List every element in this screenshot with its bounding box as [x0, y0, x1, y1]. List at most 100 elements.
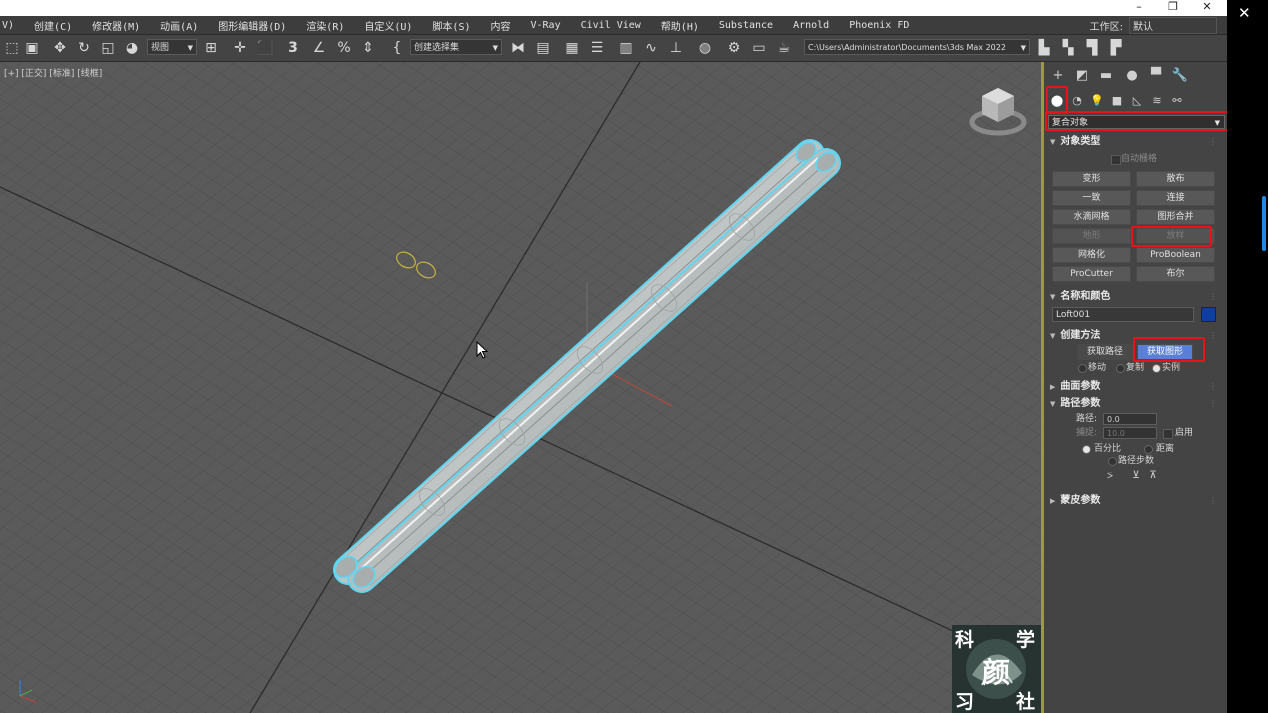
mesher-button[interactable]: 网格化 [1052, 247, 1131, 263]
reference-coordinate-dropdown[interactable]: 视图 ▼ [147, 39, 197, 55]
toggle-ribbon-icon[interactable]: ▥ [616, 38, 636, 58]
space-warps-icon[interactable]: ≋ [1148, 92, 1166, 110]
snap-enable-checkbox[interactable] [1163, 429, 1173, 439]
procutter-button[interactable]: ProCutter [1052, 266, 1131, 282]
render-setup-icon[interactable]: ⚙ [724, 38, 744, 58]
object-color-swatch[interactable] [1201, 307, 1216, 322]
rollout-surface-parameters[interactable]: ▶ 曲面参数 [1050, 380, 1100, 394]
shapemerge-button[interactable]: 图形合并 [1136, 209, 1215, 225]
lights-bulb-icon[interactable]: 💡 [1088, 92, 1106, 110]
connect-button[interactable]: 连接 [1136, 190, 1215, 206]
select-manipulate-icon[interactable]: ✛ [230, 38, 250, 58]
mirror-icon[interactable]: ⧓ [508, 38, 528, 58]
menu-item-help[interactable]: 帮助(H) [651, 18, 709, 33]
instance-radio[interactable] [1152, 364, 1161, 373]
rollout-path-parameters[interactable]: ▼ 路径参数 [1050, 397, 1100, 411]
render-production-icon[interactable]: ☕ [774, 38, 794, 58]
conform-button[interactable]: 一致 [1052, 190, 1131, 206]
menu-item-phoenix-fd[interactable]: Phoenix FD [839, 20, 919, 31]
project-path-dropdown[interactable]: C:\Users\Administrator\Documents\3ds Max… [804, 39, 1030, 55]
menu-item-customize[interactable]: 自定义(U) [354, 18, 422, 33]
project-create-icon[interactable]: ▜ [1082, 38, 1102, 58]
close-button[interactable]: ✕ [1192, 0, 1222, 16]
keyboard-shortcut-override-icon[interactable]: ⬛ [255, 38, 275, 58]
place-icon[interactable]: ◕ [122, 38, 142, 58]
cameras-icon[interactable]: ■ [1108, 92, 1126, 110]
rollout-skin-parameters[interactable]: ▶ 蒙皮参数 [1050, 494, 1100, 508]
restore-button[interactable]: ❐ [1158, 0, 1188, 16]
select-object-icon[interactable]: ⬚ [2, 38, 22, 58]
outer-close-icon[interactable]: ✕ [1238, 4, 1251, 22]
edit-named-selection-icon[interactable]: { [387, 38, 407, 58]
scatter-button[interactable]: 散布 [1136, 171, 1215, 187]
menu-item-arnold[interactable]: Arnold [783, 20, 839, 31]
curve-editor-icon[interactable]: ∿ [641, 38, 661, 58]
boolean-button[interactable]: 布尔 [1136, 266, 1215, 282]
path-value-spinner[interactable]: 0.0 [1103, 413, 1157, 425]
viewport-label[interactable]: [+] [正交] [标准] [线框] [4, 66, 102, 79]
menu-item-graph-editors[interactable]: 图形编辑器(D) [208, 18, 296, 33]
rotate-icon[interactable]: ↻ [74, 38, 94, 58]
helpers-icon[interactable]: ◺ [1128, 92, 1146, 110]
menu-item-create[interactable]: 创建(C) [24, 18, 82, 33]
pivot-center-icon[interactable]: ⊞ [201, 38, 221, 58]
menu-item-rendering[interactable]: 渲染(R) [296, 18, 354, 33]
rollout-creation-method[interactable]: ▼ 创建方法 [1050, 329, 1100, 343]
proboolean-button[interactable]: ProBoolean [1136, 247, 1215, 263]
menu-item-substance[interactable]: Substance [709, 20, 783, 31]
project-folder-icon[interactable]: ▙ [1034, 38, 1054, 58]
viewcube-icon[interactable] [968, 84, 1028, 139]
minimize-button[interactable]: – [1124, 0, 1154, 16]
autogrid-checkbox[interactable] [1111, 155, 1121, 165]
scale-icon[interactable]: ◱ [98, 38, 118, 58]
percentage-radio[interactable] [1082, 445, 1091, 454]
distance-radio[interactable] [1144, 445, 1153, 454]
align-icon[interactable]: ▤ [533, 38, 553, 58]
next-shape-icon[interactable]: ⊼ [1145, 468, 1161, 484]
path-steps-radio[interactable] [1108, 457, 1117, 466]
workspace-selector[interactable]: 工作区: 默认 [1090, 16, 1217, 34]
morph-button[interactable]: 变形 [1052, 171, 1131, 187]
move-radio[interactable] [1078, 364, 1087, 373]
pick-shape-icon[interactable]: ⍩ [1102, 468, 1118, 484]
copy-radio[interactable] [1116, 364, 1125, 373]
display-tab-icon[interactable]: ▀ [1146, 66, 1166, 86]
motion-tab-icon[interactable]: ● [1122, 66, 1142, 86]
outer-scroll-thumb[interactable] [1262, 196, 1266, 251]
menu-item-views[interactable]: V) [0, 20, 24, 31]
systems-icon[interactable]: ⚯ [1168, 92, 1186, 110]
utilities-tab-wrench-icon[interactable]: 🔧 [1170, 66, 1190, 86]
menu-item-animation[interactable]: 动画(A) [150, 18, 208, 33]
select-region-icon[interactable]: ▣ [22, 38, 42, 58]
blobmesh-button[interactable]: 水滴网格 [1052, 209, 1131, 225]
schematic-view-icon[interactable]: ⊥ [666, 38, 686, 58]
create-tab-plus-icon[interactable]: + [1048, 66, 1068, 86]
scene-explorer-icon[interactable]: ▦ [562, 38, 582, 58]
menu-item-modifiers[interactable]: 修改器(M) [82, 18, 150, 33]
object-name-field[interactable]: Loft001 [1052, 307, 1194, 322]
modify-tab-icon[interactable]: ◩ [1072, 66, 1092, 86]
shapes-icon[interactable]: ◔ [1068, 92, 1086, 110]
material-editor-icon[interactable]: ◍ [695, 38, 715, 58]
perspective-viewport[interactable]: [+] [正交] [标准] [线框] 科 学 颜 习 社 [0, 62, 1041, 713]
project-settings-icon[interactable]: ▛ [1106, 38, 1126, 58]
layer-explorer-icon[interactable]: ☰ [587, 38, 607, 58]
project-open-icon[interactable]: ▚ [1058, 38, 1078, 58]
named-selection-set-dropdown[interactable]: 创建选择集 ▼ [410, 39, 502, 55]
menu-item-scripting[interactable]: 脚本(S) [422, 18, 480, 33]
rollout-name-and-color[interactable]: ▼ 名称和颜色 [1050, 290, 1110, 304]
workspace-value[interactable]: 默认 [1129, 16, 1217, 34]
rollout-object-type[interactable]: ▼ 对象类型 [1050, 135, 1100, 149]
previous-shape-icon[interactable]: ⊻ [1128, 468, 1144, 484]
spinner-snap-icon[interactable]: ⇕ [358, 38, 378, 58]
snaps-toggle-icon[interactable]: 3 [283, 38, 303, 58]
snap-value-spinner[interactable]: 10.0 [1103, 427, 1157, 439]
angle-snap-icon[interactable]: ∠ [309, 38, 329, 58]
hierarchy-tab-icon[interactable]: ▬ [1096, 66, 1116, 86]
menu-item-civil-view[interactable]: Civil View [571, 20, 651, 31]
menu-item-vray[interactable]: V-Ray [520, 20, 570, 31]
percent-snap-icon[interactable]: % [334, 38, 354, 58]
move-icon[interactable]: ✥ [50, 38, 70, 58]
menu-item-content[interactable]: 内容 [480, 18, 520, 33]
get-path-button[interactable]: 获取路径 [1077, 344, 1133, 360]
